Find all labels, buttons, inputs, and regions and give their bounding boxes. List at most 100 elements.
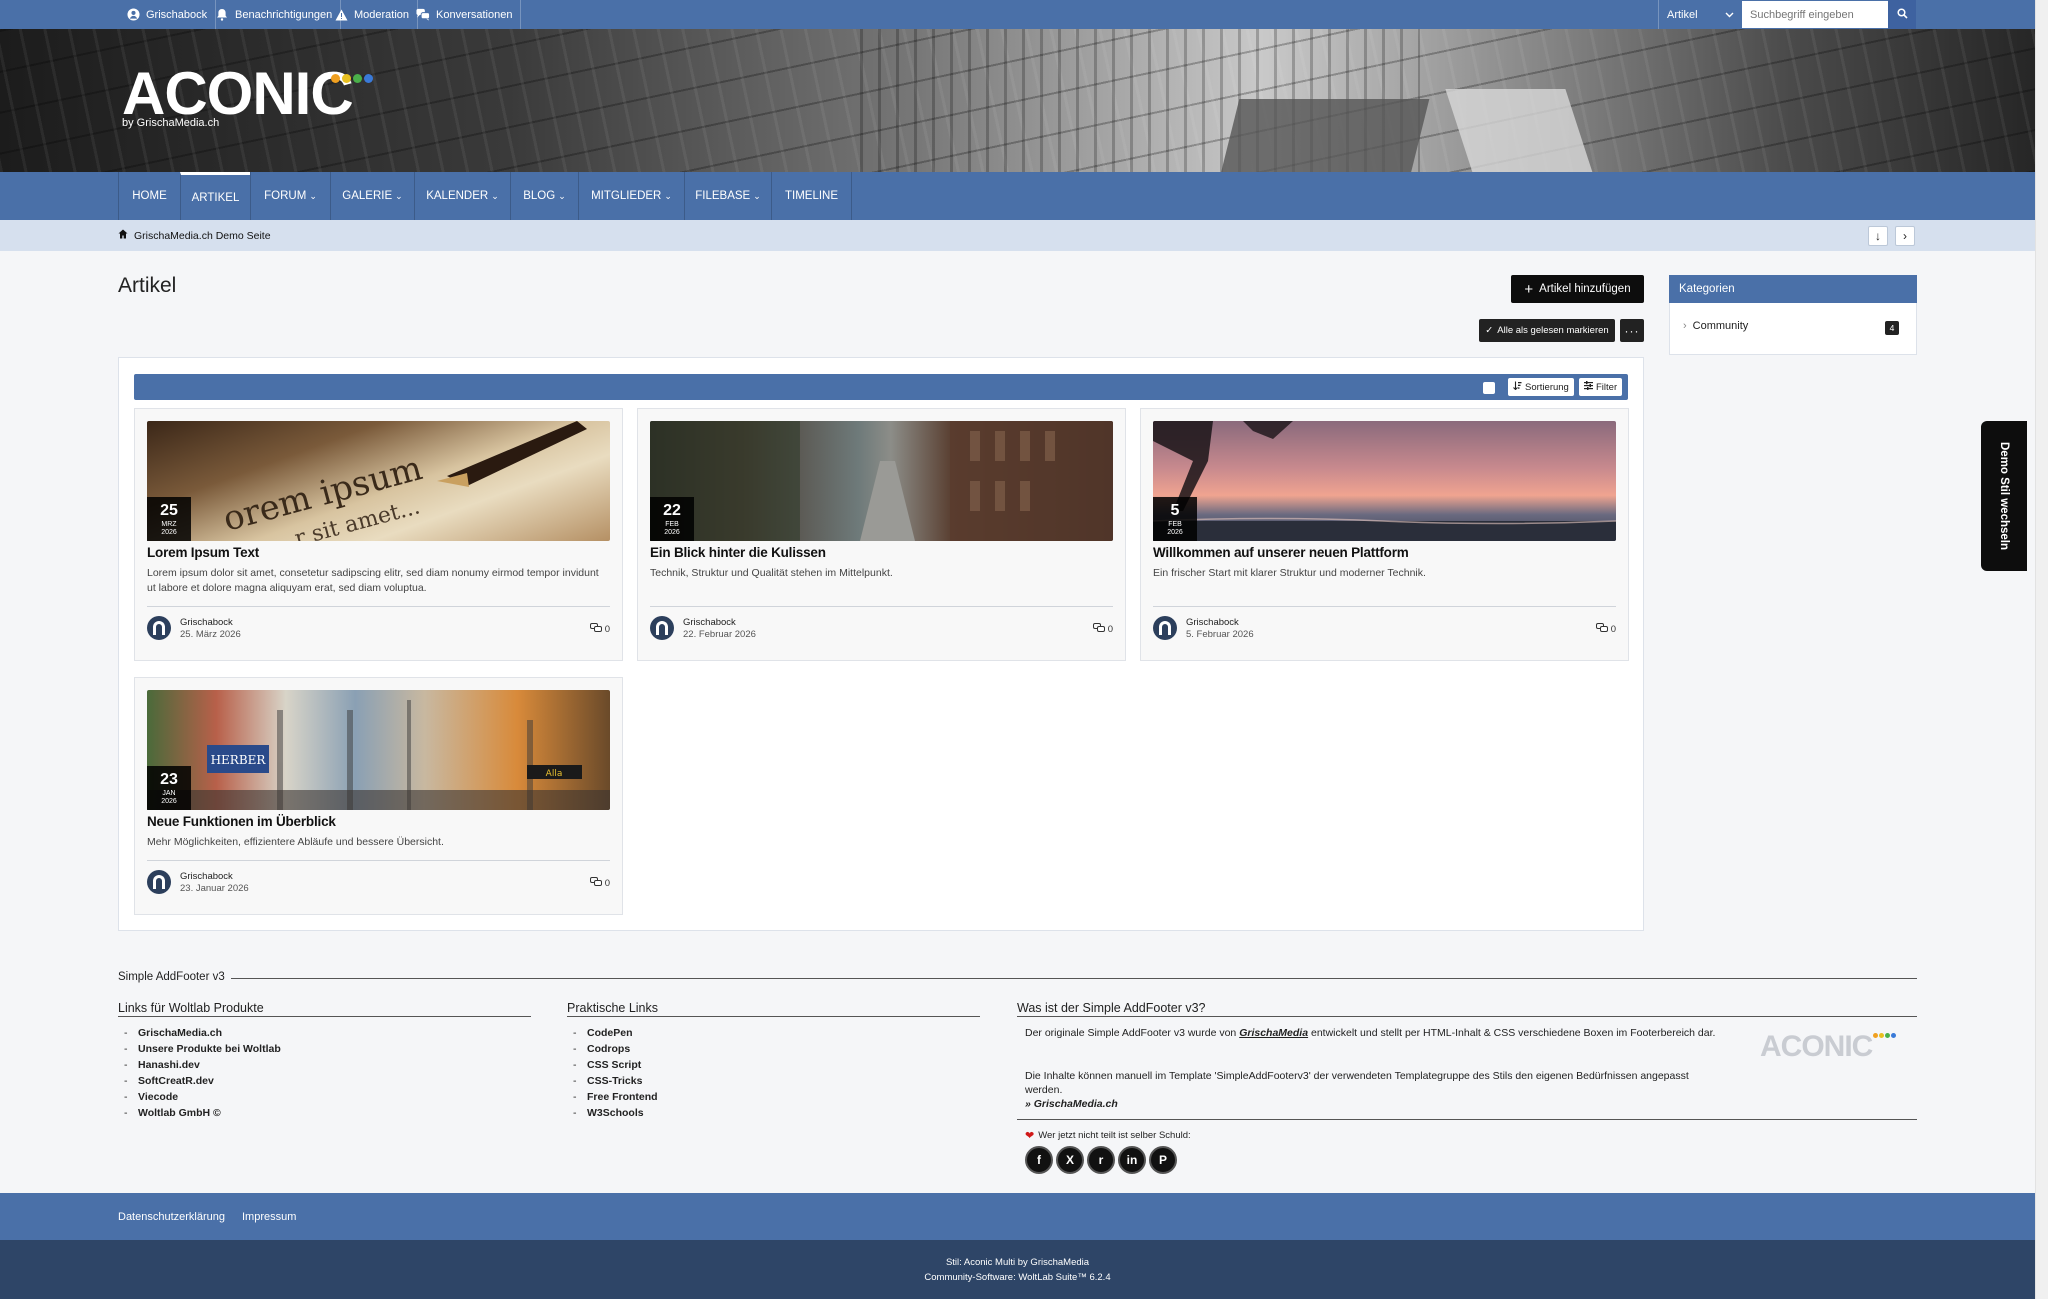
breadcrumb[interactable]: GrischaMedia.ch Demo Seite: [118, 220, 271, 251]
footer-link[interactable]: SoftCreatR.dev: [124, 1075, 214, 1087]
style-credit[interactable]: Stil: Aconic Multi by GrischaMedia: [946, 1257, 1089, 1268]
filter-button[interactable]: Filter: [1579, 378, 1623, 396]
mark-all-read-button[interactable]: ✓ Alle als gelesen markieren: [1479, 319, 1615, 342]
footer-link[interactable]: Codrops: [573, 1043, 630, 1055]
article-image[interactable]: HERBER Alla: [147, 690, 610, 810]
avatar[interactable]: [650, 616, 674, 640]
search-input[interactable]: [1742, 1, 1888, 28]
chevron-down-icon: ⌄: [753, 190, 761, 201]
chevron-down-icon: [1725, 9, 1734, 21]
nav-home[interactable]: Home: [118, 172, 180, 220]
userbar-notifications[interactable]: Benachrichtigungen: [207, 0, 342, 29]
select-all-checkbox[interactable]: [1483, 382, 1495, 394]
logo-dot: [1879, 1033, 1884, 1038]
article-author[interactable]: Grischabock: [180, 617, 233, 628]
reddit-icon[interactable]: r: [1087, 1146, 1115, 1174]
nav-artikel[interactable]: Artikel: [180, 172, 250, 220]
footer-link[interactable]: Free Frontend: [573, 1091, 658, 1103]
article-title[interactable]: Ein Blick hinter die Kulissen: [650, 545, 826, 560]
comment-count[interactable]: 0: [1092, 623, 1113, 636]
footer-link[interactable]: CSS-Tricks: [573, 1075, 643, 1087]
article-author[interactable]: Grischabock: [1186, 617, 1239, 628]
article-image[interactable]: orem ipsum r sit amet...: [147, 421, 610, 541]
filter-label: Filter: [1596, 381, 1618, 393]
about-text-part: Der originale Simple AddFooter v3 wurde …: [1025, 1027, 1240, 1039]
chevron-down-icon: ⌄: [664, 190, 672, 201]
footer-col2-divider: [567, 1016, 980, 1017]
nav-forum[interactable]: Forum ⌄: [250, 172, 330, 220]
mark-all-read-label: Alle als gelesen markieren: [1497, 325, 1609, 336]
footer-imprint-link[interactable]: Impressum: [242, 1193, 296, 1240]
footer-link[interactable]: Hanashi.dev: [124, 1059, 200, 1071]
footer-link[interactable]: CodePen: [573, 1027, 632, 1039]
nav-kalender[interactable]: Kalender ⌄: [414, 172, 510, 220]
nav-blog[interactable]: Blog ⌄: [510, 172, 578, 220]
linkedin-icon[interactable]: in: [1118, 1146, 1146, 1174]
article-author[interactable]: Grischabock: [683, 617, 736, 628]
article-card[interactable]: 5 FEB 2026 Willkommen auf unserer neuen …: [1140, 408, 1629, 661]
userbar-conversations[interactable]: Konversationen: [408, 0, 522, 29]
nav-galerie[interactable]: Galerie ⌄: [330, 172, 414, 220]
chevron-right-icon: ›: [1683, 320, 1687, 332]
footer-link[interactable]: GrischaMedia.ch: [124, 1027, 222, 1039]
about-text-brand[interactable]: GrischaMedia: [1239, 1027, 1308, 1039]
search-button[interactable]: [1888, 0, 1916, 29]
conversations-icon: [416, 8, 430, 22]
software-credit[interactable]: Community-Software: WoltLab Suite™ 6.2.4: [924, 1272, 1110, 1283]
footer-about-link[interactable]: » GrischaMedia.ch: [1025, 1097, 1118, 1111]
comment-count-value: 0: [604, 878, 610, 889]
article-title[interactable]: Willkommen auf unserer neuen Plattform: [1153, 545, 1409, 560]
article-title[interactable]: Neue Funktionen im Überblick: [147, 814, 336, 829]
chevron-down-icon: ⌄: [491, 190, 499, 201]
article-date: 23. Januar 2026: [180, 883, 249, 894]
facebook-icon[interactable]: f: [1025, 1146, 1053, 1174]
avatar[interactable]: [147, 870, 171, 894]
footer-link[interactable]: W3Schools: [573, 1107, 643, 1119]
article-card[interactable]: HERBER Alla 23 JAN 2026 Neue Funktionen …: [134, 677, 623, 915]
scroll-down-button[interactable]: ↓: [1868, 226, 1888, 246]
userbar-notifications-label: Benachrichtigungen: [235, 8, 333, 21]
comment-count[interactable]: 0: [589, 877, 610, 890]
date-day: 5: [1170, 501, 1180, 519]
avatar[interactable]: [147, 616, 171, 640]
page-scrollbar[interactable]: [2035, 0, 2048, 1299]
search-scope-select[interactable]: Artikel: [1658, 0, 1742, 29]
nav-filebase[interactable]: Filebase ⌄: [684, 172, 771, 220]
style-switch-tab[interactable]: Demo Stil wechseln: [1981, 421, 2027, 571]
sort-button[interactable]: Sortierung: [1508, 378, 1574, 396]
footer-col3-title: Was ist der Simple AddFooter v3?: [1017, 1001, 1206, 1015]
footer-link[interactable]: CSS Script: [573, 1059, 641, 1071]
pinterest-icon[interactable]: P: [1149, 1146, 1177, 1174]
nav-timeline[interactable]: Timeline: [771, 172, 852, 220]
footer-link[interactable]: Unsere Produkte bei Woltlab: [124, 1043, 281, 1055]
article-title[interactable]: Lorem Ipsum Text: [147, 545, 259, 560]
date-year: 2026: [161, 528, 177, 536]
next-button[interactable]: ›: [1895, 226, 1915, 246]
add-article-button[interactable]: + Artikel hinzufügen: [1511, 275, 1644, 303]
footer-link[interactable]: Woltlab GmbH ©: [124, 1107, 221, 1119]
site-logo[interactable]: ACONIC: [122, 64, 354, 124]
comment-count[interactable]: 0: [1595, 623, 1616, 636]
footer-link[interactable]: Viecode: [124, 1091, 178, 1103]
nav-mitglieder[interactable]: Mitglieder ⌄: [578, 172, 684, 220]
comment-count-value: 0: [1610, 624, 1616, 635]
userbar-moderation[interactable]: Moderation: [326, 0, 419, 29]
userbar-user[interactable]: Grischabock: [118, 0, 217, 29]
nav-home-label: Home: [132, 190, 167, 202]
article-image[interactable]: [650, 421, 1113, 541]
avatar[interactable]: [1153, 616, 1177, 640]
date-badge: 5 FEB 2026: [1153, 497, 1197, 541]
footer-privacy-link[interactable]: Datenschutzerklärung: [118, 1193, 225, 1240]
comment-count[interactable]: 0: [589, 623, 610, 636]
sidebar-item-community[interactable]: › Community: [1683, 320, 1748, 332]
logo-subtitle: by GrischaMedia.ch: [122, 117, 220, 129]
article-image[interactable]: [1153, 421, 1616, 541]
date-month: FEB: [1168, 520, 1182, 528]
article-card[interactable]: 22 FEB 2026 Ein Blick hinter die Kulisse…: [637, 408, 1126, 661]
x-icon[interactable]: X: [1056, 1146, 1084, 1174]
article-author[interactable]: Grischabock: [180, 871, 233, 882]
article-card[interactable]: orem ipsum r sit amet... 25 MRZ 2026 Lor…: [134, 408, 623, 661]
card-divider: [147, 606, 610, 607]
chevron-down-icon: ⌄: [558, 190, 566, 201]
more-options-button[interactable]: ···: [1620, 319, 1644, 342]
